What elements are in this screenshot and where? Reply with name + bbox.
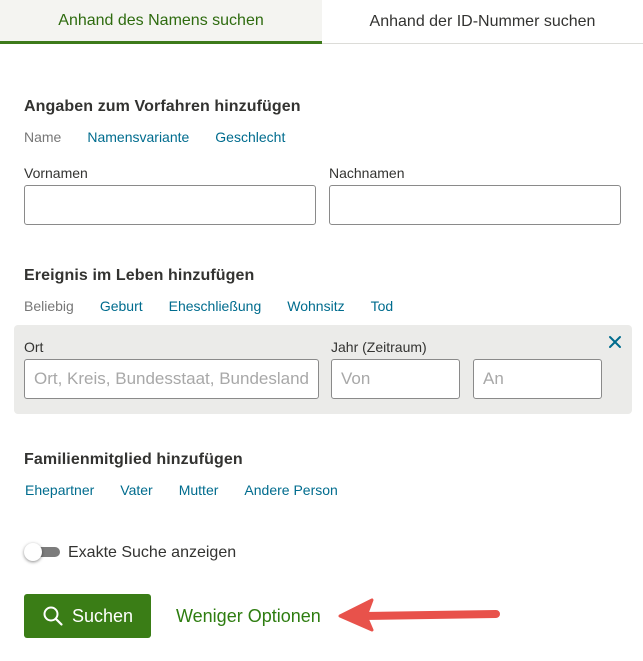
tab-search-by-name[interactable]: Anhand des Namens suchen — [0, 0, 322, 44]
mother-link[interactable]: Mutter — [179, 482, 219, 498]
event-heading: Ereignis im Leben hinzufügen — [24, 267, 255, 284]
event-subnav: Beliebig Geburt Eheschließung Wohnsitz T… — [24, 298, 419, 314]
search-mode-tabs: Anhand des Namens suchen Anhand der ID-N… — [0, 0, 643, 44]
subnav-birth-link[interactable]: Geburt — [100, 298, 143, 314]
subnav-any-current: Beliebig — [24, 298, 74, 314]
exact-search-toggle[interactable] — [24, 543, 60, 561]
place-input[interactable] — [24, 359, 319, 399]
spouse-link[interactable]: Ehepartner — [25, 482, 94, 498]
ancestor-heading: Angaben zum Vorfahren hinzufügen — [24, 98, 301, 115]
subnav-name-variant-link[interactable]: Namensvariante — [87, 129, 189, 145]
year-to-input[interactable] — [473, 359, 602, 399]
first-name-input[interactable] — [24, 185, 316, 225]
subnav-residence-link[interactable]: Wohnsitz — [287, 298, 344, 314]
subnav-death-link[interactable]: Tod — [371, 298, 394, 314]
last-name-input[interactable] — [329, 185, 621, 225]
father-link[interactable]: Vater — [120, 482, 152, 498]
family-links: Ehepartner Vater Mutter Andere Person — [25, 482, 364, 498]
subnav-name-current: Name — [24, 129, 62, 145]
exact-search-label: Exakte Suche anzeigen — [68, 544, 237, 561]
fewer-options-link[interactable]: Weniger Optionen — [176, 606, 321, 627]
first-name-label: Vornamen — [24, 165, 88, 181]
subnav-gender-link[interactable]: Geschlecht — [215, 129, 285, 145]
subnav-marriage-link[interactable]: Eheschließung — [169, 298, 262, 314]
other-person-link[interactable]: Andere Person — [244, 482, 337, 498]
magnifier-icon — [43, 606, 63, 626]
toggle-knob — [24, 543, 42, 561]
red-arrow-left-icon — [338, 598, 500, 632]
year-range-label: Jahr (Zeitraum) — [331, 339, 427, 355]
search-button-label: Suchen — [71, 605, 134, 626]
search-button[interactable]: Suchen — [24, 594, 151, 638]
year-from-input[interactable] — [331, 359, 460, 399]
family-heading: Familienmitglied hinzufügen — [24, 451, 243, 468]
ancestor-subnav: Name Namensvariante Geschlecht — [24, 129, 311, 145]
last-name-label: Nachnamen — [329, 165, 405, 181]
place-label: Ort — [24, 339, 44, 355]
tab-search-by-id[interactable]: Anhand der ID-Nummer suchen — [322, 0, 643, 44]
close-x-icon[interactable] — [606, 333, 624, 351]
